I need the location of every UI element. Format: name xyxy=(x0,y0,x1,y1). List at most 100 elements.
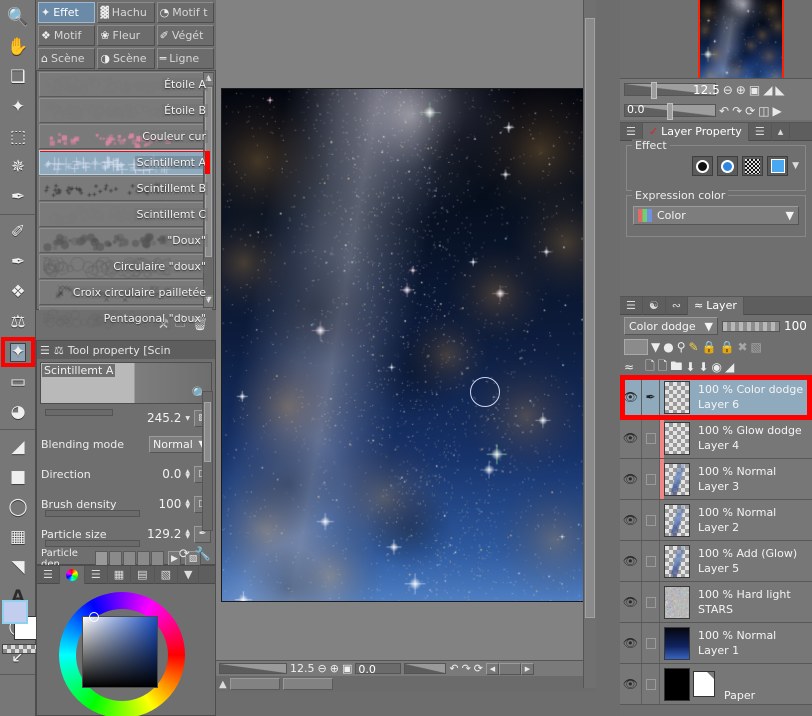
reset-rotation-icon[interactable]: ⟳ xyxy=(745,104,755,118)
table-row[interactable]: 👁 100 % Normal Layer 2 xyxy=(620,500,812,541)
canvas-document[interactable] xyxy=(221,88,585,602)
blending-mode-row[interactable]: Blending mode Normal ▼ xyxy=(37,429,215,459)
tool-property-footer[interactable]: ⟳ 🔧 xyxy=(179,547,211,562)
scroll-thumb[interactable] xyxy=(585,18,595,618)
particle-size-row[interactable]: Particle size 129.2 ▲ ▼ ✒ xyxy=(37,519,215,549)
brush-item-1[interactable]: Étoile B xyxy=(39,98,213,123)
eyedropper-tool[interactable]: ✒ xyxy=(0,182,36,212)
tab-quick-access[interactable]: ☯ xyxy=(643,297,666,315)
brush-size-row[interactable]: 245.2 ▼ ▧ xyxy=(37,407,215,429)
subtool-ligne[interactable]: ═ Ligne xyxy=(157,48,214,69)
brush-item-8[interactable]: Croix circulaire pailletée xyxy=(39,280,213,305)
tab-animation[interactable]: ☰ xyxy=(749,123,772,141)
subtool-fleur[interactable]: ❀ Fleur xyxy=(97,25,154,46)
table-row[interactable]: 👁 ✒ 100 % Color dodge Layer 6 xyxy=(620,377,812,418)
chevron-down-icon[interactable]: ▼ xyxy=(792,161,799,171)
mirror-icon[interactable]: ◫ xyxy=(758,104,769,118)
layer-checkbox[interactable] xyxy=(642,541,660,581)
frame-border-tool[interactable]: ▦ xyxy=(0,522,36,552)
layer-toolbar-row-2[interactable]: ≈ 🗋 🗋 🖿 ⬇ ⬇ ◉ ◢ xyxy=(620,357,812,377)
lock-layer-icon[interactable]: 🔒 xyxy=(702,340,717,354)
collapse-icon[interactable]: ▲ xyxy=(219,679,227,690)
figure-tool[interactable]: ◯ xyxy=(0,492,36,522)
page-slider[interactable] xyxy=(499,663,521,675)
new-folder-icon[interactable]: 🖿 xyxy=(670,357,682,378)
blend-tool[interactable]: ◕ xyxy=(0,397,36,427)
brush-item-3[interactable]: Scintillemt A xyxy=(39,150,213,175)
blend-mode-dropdown[interactable]: Color dodge ▼ xyxy=(624,317,718,335)
layer-mask-icon[interactable]: ◉ xyxy=(712,360,722,374)
direction-spinner[interactable]: ▲ ▼ xyxy=(185,469,190,479)
canvas-area[interactable]: 12.5 ⊖ ⊕ ▣ 0.0 ↶ ↷ ⟳ ◀ ▶ ▲ xyxy=(216,0,596,692)
subtool-scene-2[interactable]: ◑ Scène xyxy=(97,48,154,69)
main-color-swatch[interactable] xyxy=(2,600,28,624)
layer-checkbox[interactable] xyxy=(642,418,660,458)
reset-icon[interactable]: ⟳ xyxy=(179,547,190,562)
panel-menu-icon[interactable]: ☰ xyxy=(37,566,60,584)
layer-toolbar-row-1[interactable]: ▼ ● ⚲ ✎ 🔒 🔒 ✖ ▧ xyxy=(620,337,812,357)
canvas-bottom-tabs[interactable]: ▲ xyxy=(216,676,596,692)
rotate-right-icon[interactable]: ↷ xyxy=(732,104,742,118)
transparent-color-swatch[interactable] xyxy=(2,644,40,654)
eye-icon[interactable]: 👁 xyxy=(620,500,642,540)
move-layer-tool[interactable]: ✦ xyxy=(0,92,36,122)
layer-checkbox[interactable] xyxy=(642,664,660,704)
table-row[interactable]: 👁 100 % Normal Layer 3 xyxy=(620,459,812,500)
color-wheel-panel[interactable]: ☰ ☰ ▦ ▤ ▧ ▼ xyxy=(36,565,216,716)
subtool-hachu[interactable]: ▓ Hachu xyxy=(97,2,154,23)
layer-checkbox[interactable] xyxy=(642,623,660,663)
bottom-tab-1[interactable] xyxy=(230,678,280,690)
panel-menu-icon[interactable]: ☰ xyxy=(40,344,50,357)
rotate-left-icon[interactable]: ↶ xyxy=(719,104,729,118)
mask-icon[interactable]: ⚲ xyxy=(677,340,686,354)
color-swatches[interactable] xyxy=(2,600,36,660)
layer-panel-tabs[interactable]: ☰ ☯ ∾ ≈ Layer xyxy=(620,297,812,315)
tool-property-panel[interactable]: ☰ ⚖ Tool property [Scin Scintillemt A 🔍 … xyxy=(36,340,216,565)
tab-layer[interactable]: ≈ Layer xyxy=(688,297,744,315)
decoration-tool[interactable]: ✦ xyxy=(0,337,36,367)
tab-color-slider[interactable]: ☰ xyxy=(85,566,108,584)
merge-down-icon[interactable]: ⬇ xyxy=(685,360,695,374)
magnifier-tool[interactable]: 🔍 xyxy=(0,2,36,32)
prev-page-icon[interactable]: ◀ xyxy=(486,663,499,675)
zoom-out-icon[interactable]: ⊖ xyxy=(318,662,327,675)
direction-row[interactable]: Direction 0.0 ▲▼ □ xyxy=(37,459,215,489)
table-row[interactable]: 👁 Paper xyxy=(620,664,812,705)
hand-tool[interactable]: ✋ xyxy=(0,32,36,62)
brush-density-row[interactable]: Brush density 100 ▲▼ □ xyxy=(37,489,215,519)
subtool-vegetal[interactable]: ✐ Végét xyxy=(157,25,214,46)
subtool-effet[interactable]: ✦ Effet xyxy=(38,2,95,23)
selection-tool[interactable]: ⬚ xyxy=(0,122,36,152)
color-marker[interactable] xyxy=(89,612,99,622)
brush-item-0[interactable]: Étoile A xyxy=(39,72,213,97)
particle-size-slider[interactable] xyxy=(45,540,140,547)
brush-size-spinner[interactable]: ▼ xyxy=(185,416,190,421)
sub-tool-group-buttons[interactable]: ✦ Effet ▓ Hachu ◔ Motif t ❖ Motif ❀ Fleu… xyxy=(36,0,216,70)
eye-icon[interactable]: 👁 xyxy=(620,623,642,663)
canvas-vertical-scrollbar[interactable] xyxy=(583,0,596,688)
expression-color-dropdown[interactable]: Color ▼ xyxy=(633,206,799,225)
zoom-in-icon[interactable]: ⊕ xyxy=(330,662,339,675)
tool-palette[interactable]: 🔍 ✋ ❑ ✦ ⬚ ✵ ✒ ✐ ✒ ❖ ⚖ ✦ ▭ ◕ ◢ ■ ◯ ▦ ◥ A xyxy=(0,0,36,716)
halftone-icon[interactable] xyxy=(742,156,763,176)
eye-icon[interactable]: 👁 xyxy=(620,582,642,622)
zoom-out-icon[interactable]: ⊖ xyxy=(723,83,733,97)
next-page-icon[interactable]: ▶ xyxy=(521,663,534,675)
brush-item-2[interactable]: Couleur cur xyxy=(39,124,213,149)
tool-property-scrollbar[interactable] xyxy=(202,391,213,531)
clip-below-icon[interactable]: ● xyxy=(663,340,673,354)
tab-layer-property[interactable]: ✓ Layer Property xyxy=(643,123,749,141)
pen-tool[interactable]: ✐ xyxy=(0,217,36,247)
particle-size-spinner[interactable]: ▲ ▼ xyxy=(185,529,190,539)
rotation-ramp[interactable] xyxy=(404,663,446,674)
more-tabs-chevron-icon[interactable]: ▼ xyxy=(178,566,199,584)
layer-panel[interactable]: ☰ ☯ ∾ ≈ Layer Color dodge ▼ 100 ▼ ● ⚲ ✎ … xyxy=(620,296,812,716)
brush-item-5[interactable]: Scintillemt C xyxy=(39,202,213,227)
tab-brush-preview[interactable]: ▴ xyxy=(772,123,791,141)
magic-wand-tool[interactable]: ✵ xyxy=(0,152,36,182)
border-effect-icon[interactable] xyxy=(692,156,713,176)
tab-color-wheel[interactable] xyxy=(60,566,85,584)
layer-checkbox[interactable] xyxy=(642,500,660,540)
color-square[interactable] xyxy=(82,616,158,688)
navigator-thumbnail[interactable] xyxy=(698,0,784,88)
